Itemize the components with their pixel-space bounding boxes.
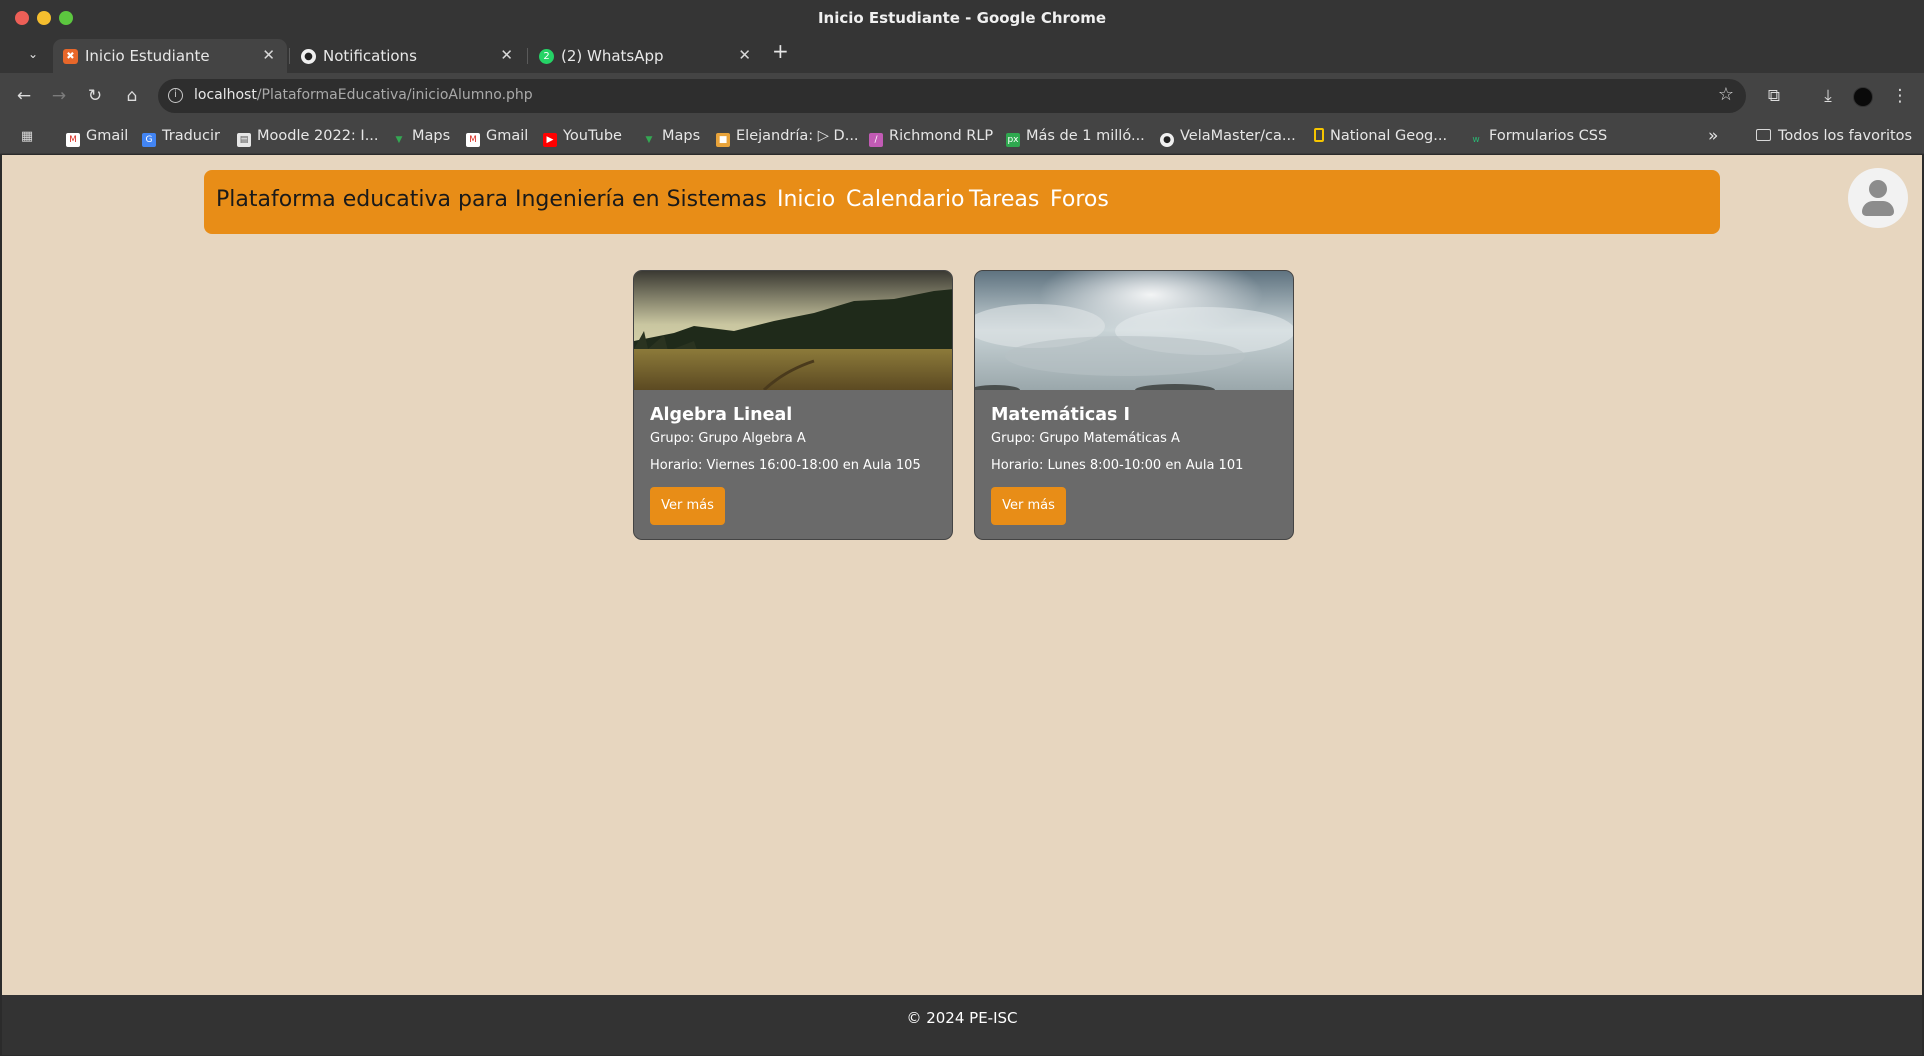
bookmark-richmond[interactable]: / Richmond RLP [869,128,993,147]
course-schedule: Horario: Lunes 8:00-10:00 en Aula 101 [991,458,1244,473]
course-schedule: Horario: Viernes 16:00-18:00 en Aula 105 [650,458,921,473]
tab-divider [527,48,528,64]
url-path: /PlataformaEducativa/inicioAlumno.php [256,87,533,103]
window-title: Inicio Estudiante - Google Chrome [817,9,1107,27]
site-footer: © 2024 PE-ISC [2,995,1922,1055]
home-icon: ⌂ [126,86,138,106]
footer-copyright: © 2024 PE-ISC [906,1009,1018,1027]
maps-icon: ▼ [395,135,403,145]
tab-inicio-estudiante[interactable]: ✖ Inicio Estudiante ✕ [53,39,287,73]
moodle-icon: ▤ [237,133,251,147]
tab-label: (2) WhatsApp [561,47,664,65]
ver-mas-button[interactable]: Ver más [991,487,1066,525]
apps-grid-icon[interactable]: ▦ [19,129,35,145]
course-title: Algebra Lineal [650,405,793,425]
all-bookmarks-folder[interactable]: Todos los favoritos [1756,128,1912,144]
bookmark-moodle[interactable]: ▤ Moodle 2022: I... [237,128,379,147]
bookmark-gmail[interactable]: M Gmail [66,128,128,147]
github-icon: ● [1160,133,1174,147]
youtube-icon: ▶ [543,133,557,147]
address-bar[interactable]: i localhost/PlataformaEducativa/inicioAl… [158,79,1746,113]
back-button[interactable]: ← [12,84,36,108]
site-navbar: Plataforma educativa para Ingeniería en … [204,170,1720,234]
url-text[interactable]: localhost/PlataformaEducativa/inicioAlum… [194,87,533,103]
home-button[interactable]: ⌂ [120,84,144,108]
course-image-clouds [975,271,1293,390]
bookmark-natgeo[interactable]: National Geog... [1314,128,1447,146]
w-icon: w [1472,135,1480,145]
bookmark-star-icon[interactable]: ☆ [1718,84,1734,105]
user-icon-head [1869,180,1887,198]
tab-search-button[interactable]: ⌄ [22,44,44,64]
arrow-right-icon: → [51,86,67,106]
bookmark-formularios-css[interactable]: w Formularios CSS [1469,128,1607,146]
course-title: Matemáticas I [991,405,1131,425]
puzzle-icon: ⧉ [1767,86,1781,106]
github-icon: ● [301,49,316,64]
forward-button[interactable]: → [47,84,71,108]
maps-icon: ▼ [645,135,653,145]
tab-notifications[interactable]: ● Notifications ✕ [291,39,525,73]
ver-mas-button[interactable]: Ver más [650,487,725,525]
arrow-left-icon: ← [16,86,32,106]
extensions-button[interactable]: ⧉ [1762,84,1786,108]
bookmark-gmail-2[interactable]: M Gmail [466,128,528,147]
tab-whatsapp[interactable]: 2 (2) WhatsApp ✕ [529,39,763,73]
tab-divider [289,48,290,64]
course-group: Grupo: Grupo Algebra A [650,431,806,446]
tab-label: Notifications [323,47,417,65]
new-tab-button[interactable]: + [772,39,789,63]
nav-link-inicio[interactable]: Inicio [777,187,835,212]
tab-strip: ⌄ ✖ Inicio Estudiante ✕ ● Notifications … [0,36,1924,73]
bookmark-velamaster[interactable]: ● VelaMaster/ca... [1160,128,1296,147]
site-info-icon[interactable]: i [168,88,183,103]
site-brand[interactable]: Plataforma educativa para Ingeniería en … [216,187,767,212]
profile-avatar-button[interactable] [1853,87,1873,107]
browser-toolbar: ← → ↻ ⌂ i localhost/PlataformaEducativa/… [0,73,1924,120]
bookmark-elejandria[interactable]: ■ Elejandría: ▷ D... [716,128,859,147]
bookmark-maps[interactable]: ▼ Maps [392,128,451,146]
course-image-landscape [634,271,952,390]
natgeo-icon [1314,128,1324,142]
gmail-icon: M [466,133,480,147]
bookmarks-bar: ▦ M Gmail G Traducir ▤ Moodle 2022: I... ▼ M… [0,120,1924,154]
page-viewport: Plataforma educativa para Ingeniería en … [2,155,1922,1055]
gmail-icon: M [66,133,80,147]
folder-icon [1756,129,1771,141]
downloads-button[interactable]: ⤓ [1816,84,1840,108]
url-host: localhost [194,87,257,103]
close-icon[interactable]: ✕ [738,46,751,64]
download-icon: ⤓ [1824,86,1832,106]
bookmark-px[interactable]: px Más de 1 milló... [1006,128,1145,147]
close-icon[interactable]: ✕ [262,46,275,64]
chrome-menu-button[interactable]: ⋮ [1888,84,1912,108]
reload-button[interactable]: ↻ [83,84,107,108]
translate-icon: G [142,133,156,147]
tab-label: Inicio Estudiante [85,47,210,65]
bookmark-maps-2[interactable]: ▼ Maps [642,128,701,146]
kebab-menu-icon: ⋮ [1891,86,1909,106]
reload-icon: ↻ [87,86,103,106]
px-icon: px [1006,133,1020,147]
bookmark-traducir[interactable]: G Traducir [142,128,220,147]
course-card-matematicas: Matemáticas I Grupo: Grupo Matemáticas A… [974,270,1294,540]
user-icon-body [1862,201,1894,216]
nav-link-calendario[interactable]: Calendario [846,187,965,212]
user-avatar[interactable] [1848,168,1908,228]
plus-icon: + [772,39,789,63]
chevron-down-icon: ⌄ [27,47,39,61]
richmond-icon: / [869,133,883,147]
whatsapp-icon: 2 [539,49,554,64]
bookmark-youtube[interactable]: ▶ YouTube [543,128,622,147]
more-bookmarks-icon[interactable]: » [1708,126,1718,146]
nav-link-foros[interactable]: Foros [1050,187,1109,212]
book-icon: ■ [716,133,730,147]
course-card-algebra: Algebra Lineal Grupo: Grupo Algebra A Ho… [633,270,953,540]
course-group: Grupo: Grupo Matemáticas A [991,431,1180,446]
close-icon[interactable]: ✕ [500,46,513,64]
nav-link-tareas[interactable]: Tareas [969,187,1039,212]
xampp-icon: ✖ [63,49,78,64]
window-titlebar: Inicio Estudiante - Google Chrome [0,0,1924,36]
